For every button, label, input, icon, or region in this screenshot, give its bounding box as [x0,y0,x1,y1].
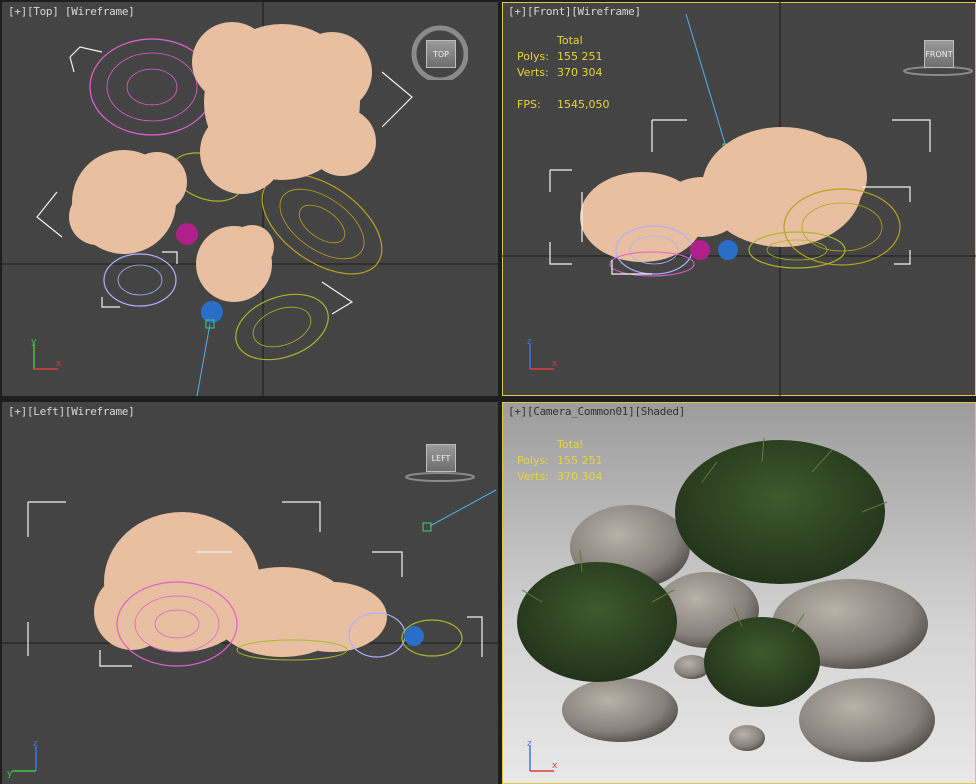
svg-text:x: x [56,359,62,369]
svg-text:z: z [527,337,532,347]
viewcube-face[interactable]: LEFT [426,444,456,472]
svg-text:x: x [552,359,558,369]
stats-total-label: Total [557,438,583,451]
stats-total-label: Total [557,34,583,47]
stats-verts-value: 370 304 [557,66,603,79]
axis-tripod-icon: y x [31,337,62,370]
lavender-rock-wire [103,253,177,307]
viewport-camera[interactable]: [+][Camera_Common01][Shaded] Total Polys… [502,402,976,784]
viewport-left-label[interactable]: [+][Left][Wireframe] [8,405,135,418]
viewport-top-label[interactable]: [+][Top] [Wireframe] [8,5,135,18]
viewport-camera-label[interactable]: [+][Camera_Common01][Shaded] [508,405,685,418]
viewcube-left[interactable]: LEFT [404,440,476,484]
svg-text:z: z [527,739,532,749]
viewport-plus-menu[interactable]: [+] [508,5,527,18]
viewport-view-menu[interactable]: [Camera_Common01] [527,405,635,418]
pine-bush-front [704,617,820,707]
viewcube-front[interactable]: FRONT [902,38,974,78]
stats-polys-value: 155 251 [557,454,603,467]
viewport-shading-menu[interactable]: [Shaded] [634,405,685,418]
viewport-shading-menu[interactable]: [Wireframe] [65,405,135,418]
svg-text:y: y [31,337,37,347]
stats-polys-label: Polys: [517,50,549,63]
axis-tripod-icon: z y [7,739,38,778]
viewport-plus-menu[interactable]: [+] [508,405,527,418]
viewport-shading-menu[interactable]: [Wireframe] [65,5,135,18]
axis-tripod-icon: z x [527,337,558,370]
viewcube-face[interactable]: TOP [426,40,456,68]
svg-text:y: y [7,769,13,778]
viewport-front[interactable]: [+][Front][Wireframe] Total Polys: 155 25… [502,2,976,396]
viewport-view-menu[interactable]: [Top] [27,5,59,18]
viewport-plus-menu[interactable]: [+] [8,405,27,418]
stats-overlay-camera: Total Polys: 155 251 Verts: 370 304 [517,438,657,488]
viewport-left[interactable]: [+][Left][Wireframe] LEFT z y [2,402,498,784]
viewport-shading-menu[interactable]: [Wireframe] [571,5,641,18]
stats-verts-label: Verts: [517,66,549,79]
tree-canopies [69,22,376,302]
viewport-front-label[interactable]: [+][Front][Wireframe] [508,5,641,18]
axis-tripod-icon: z x [527,739,558,772]
svg-text:x: x [552,761,558,771]
stats-fps-value: 1545,050 [557,98,610,111]
stats-overlay-front: Total Polys: 155 251 Verts: 370 304 FPS: 15… [517,34,657,124]
viewcube-top[interactable]: TOP [408,20,468,80]
stats-polys-value: 155 251 [557,50,603,63]
pine-bush-back [675,440,885,584]
viewport-top[interactable]: [+][Top] [Wireframe] TOP y x [2,2,498,396]
svg-text:z: z [33,739,38,749]
viewport-view-menu[interactable]: [Front] [527,5,572,18]
pine-bush-left [517,562,677,682]
stats-polys-label: Polys: [517,454,549,467]
stats-verts-value: 370 304 [557,470,603,483]
viewport-view-menu[interactable]: [Left] [27,405,65,418]
viewport-plus-menu[interactable]: [+] [8,5,27,18]
viewcube-face[interactable]: FRONT [924,40,954,68]
stats-verts-label: Verts: [517,470,549,483]
stats-fps-label: FPS: [517,98,541,111]
